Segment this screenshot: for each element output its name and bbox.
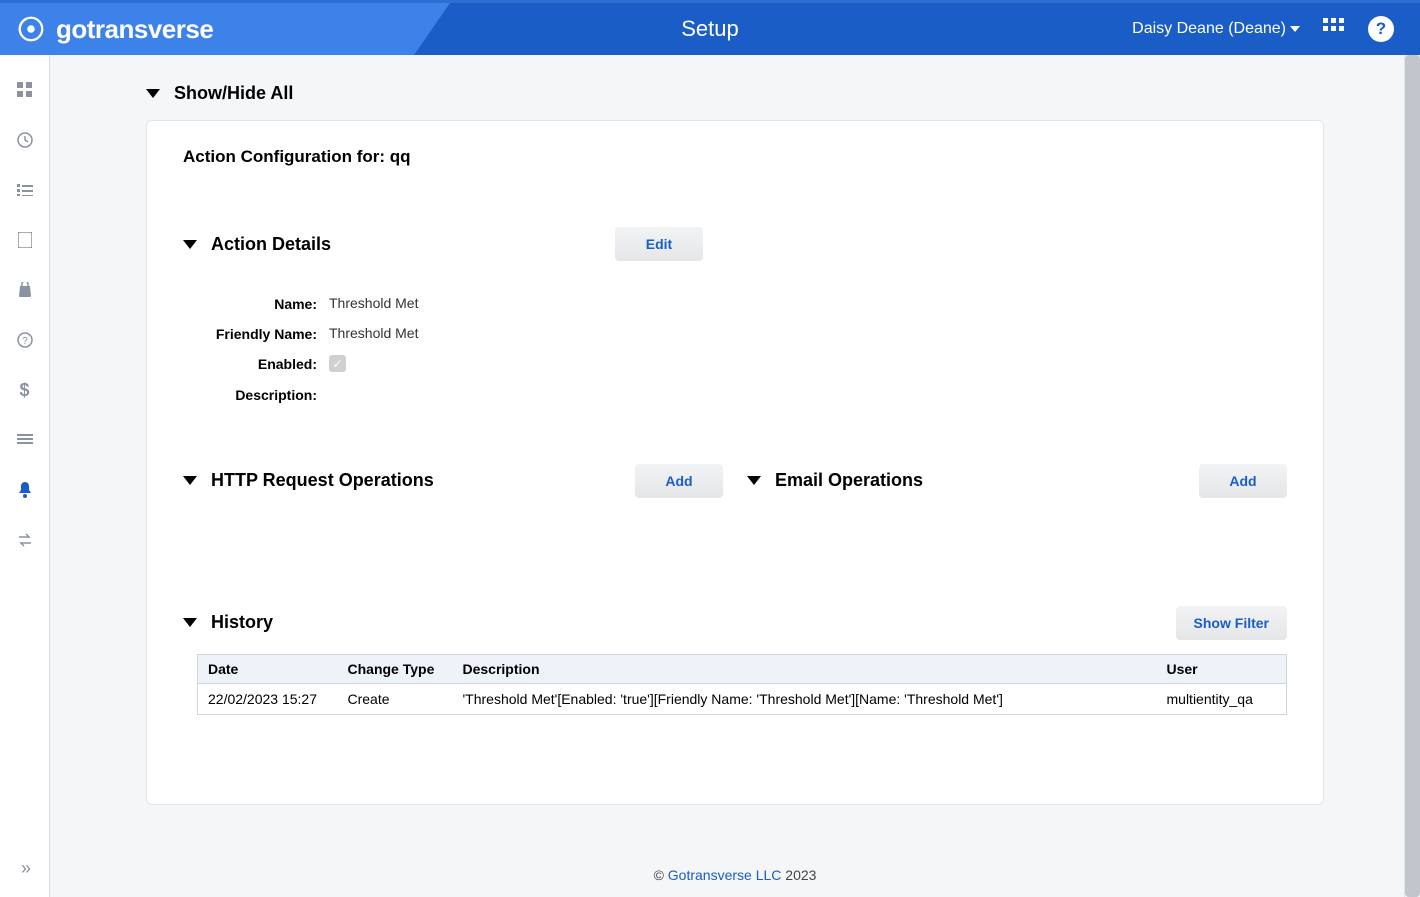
sidebar-list-icon[interactable] xyxy=(16,181,34,199)
td-description: 'Threshold Met'[Enabled: 'true'][Friendl… xyxy=(453,683,1157,714)
chevron-down-icon xyxy=(183,618,197,627)
page-title: Setup xyxy=(681,16,739,42)
footer-prefix: © xyxy=(654,867,668,883)
sidebar-question-icon[interactable]: ? xyxy=(16,331,34,349)
enabled-label: Enabled: xyxy=(197,355,317,373)
sidebar-clock-icon[interactable] xyxy=(16,131,34,149)
sidebar-dollar-icon[interactable]: $ xyxy=(16,381,34,399)
td-change-type: Create xyxy=(338,683,453,714)
enabled-checkbox: ✓ xyxy=(329,355,346,372)
check-icon: ✓ xyxy=(332,357,342,371)
show-hide-label: Show/Hide All xyxy=(174,83,293,104)
history-toggle[interactable]: History xyxy=(183,612,273,633)
caret-down-icon xyxy=(1290,26,1300,32)
http-add-button[interactable]: Add xyxy=(635,464,723,498)
sidebar-expand-icon[interactable]: » xyxy=(21,858,28,879)
logo-icon xyxy=(16,14,46,44)
header-right: Daisy Deane (Deane) ? xyxy=(1132,16,1420,42)
name-value: Threshold Met xyxy=(329,295,418,313)
chevron-down-icon xyxy=(183,476,197,485)
show-filter-button[interactable]: Show Filter xyxy=(1176,606,1287,640)
action-details-toggle[interactable]: Action Details xyxy=(183,234,331,255)
sidebar-bag-icon[interactable] xyxy=(16,281,34,299)
http-ops-toggle[interactable]: HTTP Request Operations xyxy=(183,470,434,491)
header: gotransverse Setup Daisy Deane (Deane) ? xyxy=(0,0,1420,55)
email-ops-heading: Email Operations xyxy=(775,470,923,491)
brand-text: gotransverse xyxy=(56,14,213,45)
history-table: Date Change Type Description User 22/02/… xyxy=(197,654,1287,715)
friendly-name-label: Friendly Name: xyxy=(197,325,317,343)
sidebar-note-icon[interactable] xyxy=(16,231,34,249)
th-change-type[interactable]: Change Type xyxy=(338,654,453,683)
sidebar-grid-icon[interactable] xyxy=(16,81,34,99)
footer-link[interactable]: Gotransverse LLC xyxy=(668,867,782,883)
config-card: Action Configuration for: qq Action Deta… xyxy=(146,120,1324,805)
footer: © Gotransverse LLC 2023 xyxy=(654,867,817,883)
card-title: Action Configuration for: qq xyxy=(183,147,1287,167)
td-date: 22/02/2023 15:27 xyxy=(198,683,338,714)
email-add-button[interactable]: Add xyxy=(1199,464,1287,498)
name-label: Name: xyxy=(197,295,317,313)
svg-text:?: ? xyxy=(22,336,28,347)
http-ops-heading: HTTP Request Operations xyxy=(211,470,434,491)
sidebar: ? $ » xyxy=(0,55,50,897)
sidebar-lines-icon[interactable] xyxy=(16,431,34,449)
enabled-value: ✓ xyxy=(329,355,346,373)
description-label: Description: xyxy=(197,386,317,404)
action-details-grid: Name: Threshold Met Friendly Name: Thres… xyxy=(197,295,703,404)
chevron-down-icon xyxy=(747,476,761,485)
table-header-row: Date Change Type Description User xyxy=(198,654,1287,683)
table-row: 22/02/2023 15:27 Create 'Threshold Met'[… xyxy=(198,683,1287,714)
sidebar-bell-icon[interactable] xyxy=(16,481,34,499)
sidebar-swap-icon[interactable] xyxy=(16,531,34,549)
chevron-down-icon xyxy=(146,89,160,98)
logo[interactable]: gotransverse xyxy=(16,14,213,45)
history-heading: History xyxy=(211,612,273,633)
td-user: multientity_qa xyxy=(1157,683,1287,714)
scrollbar-thumb[interactable] xyxy=(1405,55,1420,897)
apps-icon[interactable] xyxy=(1322,17,1346,41)
main: Show/Hide All Action Configuration for: … xyxy=(50,55,1420,897)
user-name: Daisy Deane (Deane) xyxy=(1132,20,1286,38)
th-user[interactable]: User xyxy=(1157,654,1287,683)
edit-button[interactable]: Edit xyxy=(615,227,703,261)
th-date[interactable]: Date xyxy=(198,654,338,683)
action-details-heading: Action Details xyxy=(211,234,331,255)
footer-suffix: 2023 xyxy=(781,867,816,883)
help-icon[interactable]: ? xyxy=(1368,16,1394,42)
user-menu[interactable]: Daisy Deane (Deane) xyxy=(1132,20,1300,38)
friendly-name-value: Threshold Met xyxy=(329,325,418,343)
chevron-down-icon xyxy=(183,240,197,249)
scrollbar[interactable] xyxy=(1404,55,1420,897)
email-ops-toggle[interactable]: Email Operations xyxy=(747,470,923,491)
show-hide-toggle[interactable]: Show/Hide All xyxy=(146,83,1324,104)
th-description[interactable]: Description xyxy=(453,654,1157,683)
